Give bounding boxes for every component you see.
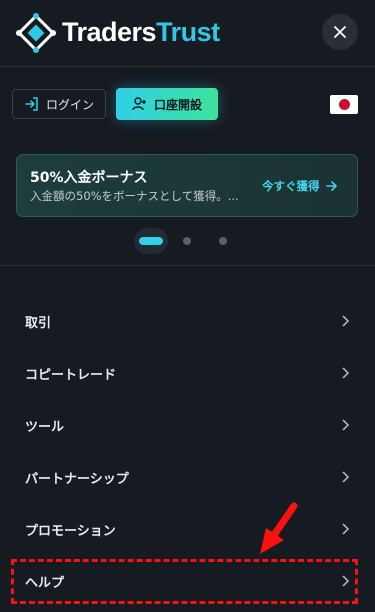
- menu-item-help[interactable]: ヘルプ: [0, 555, 375, 607]
- menu-item-trading[interactable]: 取引: [0, 295, 375, 347]
- menu-item-label: パートナーシップ: [25, 471, 129, 487]
- divider: [0, 265, 375, 266]
- chevron-right-icon: [342, 315, 350, 327]
- open-account-label: 口座開設: [154, 97, 203, 112]
- carousel-dot[interactable]: [219, 237, 227, 245]
- promo-banner[interactable]: 50%入金ボーナス 入金額の50%をボーナスとして獲得。... 今すぐ獲得: [16, 154, 358, 217]
- brand-name-part1: Traders: [62, 17, 157, 47]
- chevron-right-icon: [342, 523, 350, 535]
- language-flag-button[interactable]: [330, 95, 358, 114]
- login-button[interactable]: ログイン: [12, 89, 106, 119]
- carousel-indicators: [0, 228, 375, 254]
- menu-item-label: プロモーション: [25, 523, 116, 539]
- chevron-right-icon: [342, 367, 350, 379]
- brand-name-part2: Trust: [156, 17, 220, 47]
- login-label: ログイン: [46, 97, 95, 112]
- menu-item-label: ツール: [25, 419, 65, 435]
- carousel-dot-active[interactable]: [134, 228, 168, 254]
- menu-item-label: 取引: [25, 315, 52, 331]
- promo-title: 50%入金ボーナス: [30, 170, 148, 186]
- close-icon: [334, 26, 346, 38]
- chevron-right-icon: [342, 419, 350, 431]
- logo-icon: [16, 13, 56, 53]
- carousel-dot[interactable]: [183, 237, 191, 245]
- promo-subtitle: 入金額の50%をボーナスとして獲得。...: [30, 189, 239, 203]
- login-icon: [25, 97, 38, 111]
- menu-item-partnership[interactable]: パートナーシップ: [0, 451, 375, 503]
- menu-item-label: ヘルプ: [25, 575, 65, 591]
- promo-cta-label: 今すぐ獲得: [262, 179, 320, 193]
- chevron-right-icon: [342, 471, 350, 483]
- arrow-right-icon: [325, 181, 337, 191]
- menu-item-promotion[interactable]: プロモーション: [0, 503, 375, 555]
- promo-cta-link[interactable]: 今すぐ獲得: [262, 178, 338, 194]
- add-user-icon: [132, 97, 146, 111]
- brand-name[interactable]: TradersTrust: [62, 16, 220, 48]
- menu-item-label: コピートレード: [25, 367, 117, 383]
- japan-flag-icon: [338, 99, 350, 110]
- annotation-arrow-icon: [260, 502, 298, 554]
- chevron-right-icon: [342, 575, 350, 587]
- close-button[interactable]: [322, 14, 358, 50]
- app-header: TradersTrust: [0, 0, 375, 67]
- open-account-button[interactable]: 口座開設: [116, 88, 218, 120]
- menu-item-copy-trade[interactable]: コピートレード: [0, 347, 375, 399]
- menu-item-tools[interactable]: ツール: [0, 399, 375, 451]
